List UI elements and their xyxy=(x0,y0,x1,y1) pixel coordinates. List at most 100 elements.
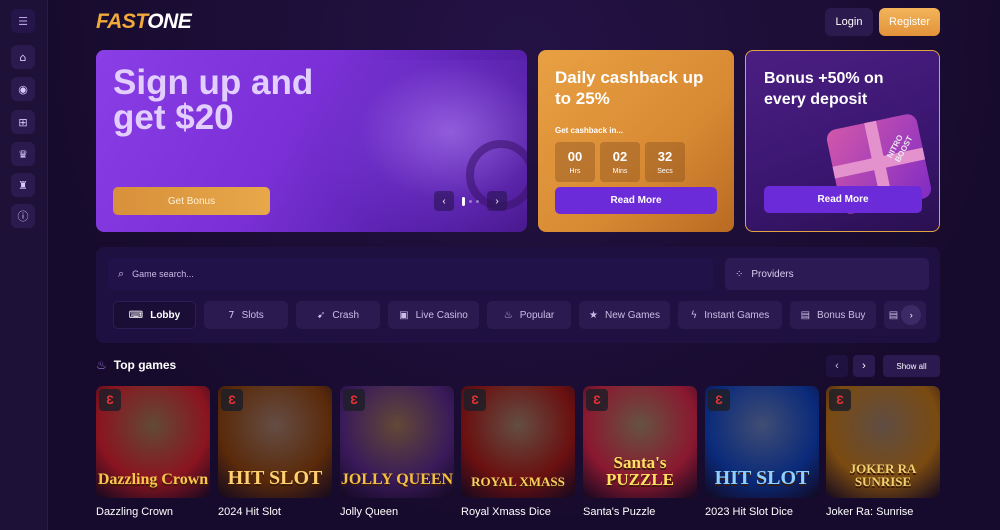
banner-prev-button[interactable]: ‹ xyxy=(434,191,454,211)
bonus-read-more-button[interactable]: Read More xyxy=(764,186,922,213)
game-art-title: HIT SLOT xyxy=(227,467,323,489)
game-art-title: Santa's PUZZLE xyxy=(605,453,675,489)
tab-lobby[interactable]: ⌨ Lobby xyxy=(113,301,196,329)
banner-dots xyxy=(462,196,479,206)
games-next-button[interactable]: › xyxy=(853,355,875,377)
rocket-icon: ➹ xyxy=(316,309,326,321)
tab-label: Slots xyxy=(241,309,264,321)
tab-slots[interactable]: 7 Slots xyxy=(204,301,288,329)
cashback-read-more-button[interactable]: Read More xyxy=(555,187,717,214)
game-thumbnail[interactable]: Ɛ JOLLY QUEEN xyxy=(340,386,454,498)
logo[interactable]: FASTONE xyxy=(96,10,192,34)
star-icon: ★ xyxy=(589,309,598,321)
game-name[interactable]: Royal Xmass Dice xyxy=(461,506,575,518)
providers-label: Providers xyxy=(751,268,794,280)
tab-label: Popular xyxy=(519,309,555,321)
tab-live-casino[interactable]: ▣ Live Casino xyxy=(388,301,479,329)
register-button[interactable]: Register xyxy=(879,8,940,36)
bolt-icon: ϟ xyxy=(690,309,698,321)
cashback-card: Daily cashback up to 25% Get cashback in… xyxy=(538,50,734,232)
game-art-title: Dazzling Crown xyxy=(97,471,209,488)
cashback-countdown-label: Get cashback in... xyxy=(555,126,624,135)
logo-fast: FAST xyxy=(96,10,148,33)
trophy-icon[interactable]: ♜ xyxy=(11,173,35,197)
provider-badge-icon: Ɛ xyxy=(829,389,851,411)
game-thumbnail[interactable]: Ɛ Santa's PUZZLE xyxy=(583,386,697,498)
game-art-title: JOLLY QUEEN xyxy=(340,471,454,488)
provider-badge-icon: Ɛ xyxy=(708,389,730,411)
deposit-bonus-title: Bonus +50% on every deposit xyxy=(764,70,884,108)
show-all-button[interactable]: Show all xyxy=(883,355,940,377)
provider-badge-icon: Ɛ xyxy=(464,389,486,411)
menu-icon[interactable]: ☰ xyxy=(11,9,35,33)
tab-popular[interactable]: ♨ Popular xyxy=(487,301,571,329)
game-name[interactable]: Jolly Queen xyxy=(340,506,454,518)
game-name[interactable]: Joker Ra: Sunrise xyxy=(826,506,940,518)
tab-more[interactable]: ▤ › xyxy=(884,301,926,329)
banner-next-button[interactable]: › xyxy=(487,191,507,211)
providers-button[interactable]: ⁘ Providers xyxy=(725,258,929,290)
tab-label: Instant Games xyxy=(704,309,770,321)
signup-banner[interactable]: Sign up and get $20 Get Bonus ‹ › xyxy=(96,50,527,232)
timer-seconds-value: 32 xyxy=(657,149,673,164)
game-name[interactable]: Santa's Puzzle xyxy=(583,506,697,518)
game-filter-panel: ⌕ Game search... ⁘ Providers ⌨ Lobby 7 S… xyxy=(96,247,940,343)
game-card[interactable]: Ɛ HIT SLOT 2024 Hit Slot xyxy=(218,386,332,518)
home-icon[interactable]: ⌂ xyxy=(11,45,35,69)
crown-icon[interactable]: ♛ xyxy=(11,142,35,166)
provider-badge-icon: Ɛ xyxy=(221,389,243,411)
tab-label: Lobby xyxy=(150,309,181,321)
game-card[interactable]: Ɛ JOLLY QUEEN Jolly Queen xyxy=(340,386,454,518)
category-tabs: ⌨ Lobby 7 Slots ➹ Crash ▣ Live Casino ♨ … xyxy=(113,301,926,329)
timer-hours: 00 Hrs xyxy=(555,142,595,182)
game-thumbnail[interactable]: Ɛ HIT SLOT xyxy=(218,386,332,498)
info-icon[interactable]: ⓘ xyxy=(11,204,35,228)
flame-icon: ♨ xyxy=(96,358,107,372)
timer-minutes: 02 Mins xyxy=(600,142,640,182)
game-name[interactable]: Dazzling Crown xyxy=(96,506,210,518)
search-icon: ⌕ xyxy=(118,267,125,280)
tab-new-games[interactable]: ★ New Games xyxy=(579,301,670,329)
game-thumbnail[interactable]: Ɛ JOKER RA SUNRISE xyxy=(826,386,940,498)
game-card[interactable]: Ɛ ROYAL XMASS Royal Xmass Dice xyxy=(461,386,575,518)
timer-hours-value: 00 xyxy=(567,149,583,164)
signup-title: Sign up and get $20 xyxy=(113,63,314,137)
chips-icon[interactable]: ◉ xyxy=(11,77,35,101)
gamepad-icon: ⌨ xyxy=(128,309,144,321)
tab-crash[interactable]: ➹ Crash xyxy=(296,301,380,329)
game-name[interactable]: 2024 Hit Slot xyxy=(218,506,332,518)
live-icon: ▣ xyxy=(399,309,409,321)
game-art-title: HIT SLOT xyxy=(714,467,810,489)
search-input[interactable]: ⌕ Game search... xyxy=(108,258,713,290)
grid-icon: ⁘ xyxy=(735,268,744,280)
provider-badge-icon: Ɛ xyxy=(99,389,121,411)
game-thumbnail[interactable]: Ɛ Dazzling Crown xyxy=(96,386,210,498)
timer-minutes-unit: Mins xyxy=(612,168,628,175)
banner-dot[interactable] xyxy=(469,199,472,203)
gift-icon[interactable]: ⊞ xyxy=(11,110,35,134)
games-prev-button[interactable]: ‹ xyxy=(826,355,848,377)
game-card[interactable]: Ɛ HIT SLOT 2023 Hit Slot Dice xyxy=(705,386,819,518)
timer-seconds-unit: Secs xyxy=(657,168,673,175)
game-card[interactable]: Ɛ JOKER RA SUNRISE Joker Ra: Sunrise xyxy=(826,386,940,518)
deposit-bonus-card: Bonus +50% on every deposit NITRO BOOST … xyxy=(745,50,940,232)
game-thumbnail[interactable]: Ɛ ROYAL XMASS xyxy=(461,386,575,498)
game-card[interactable]: Ɛ Santa's PUZZLE Santa's Puzzle xyxy=(583,386,697,518)
game-art-title: JOKER RA SUNRISE xyxy=(849,461,917,489)
tabs-scroll-right-button[interactable]: › xyxy=(901,305,922,325)
tab-bonus-buy[interactable]: ▤ Bonus Buy xyxy=(790,301,876,329)
game-art-title: ROYAL XMASS xyxy=(471,474,565,489)
banner-dot[interactable] xyxy=(476,199,479,203)
sidebar: ☰ ⌂ ◉ ⊞ ♛ ♜ ⓘ xyxy=(0,0,48,530)
provider-badge-icon: Ɛ xyxy=(586,389,608,411)
tab-label: Crash xyxy=(332,309,360,321)
tab-instant-games[interactable]: ϟ Instant Games xyxy=(678,301,782,329)
game-thumbnail[interactable]: Ɛ HIT SLOT xyxy=(705,386,819,498)
get-bonus-button[interactable]: Get Bonus xyxy=(113,187,270,215)
game-card[interactable]: Ɛ Dazzling Crown Dazzling Crown xyxy=(96,386,210,518)
search-placeholder: Game search... xyxy=(132,269,194,279)
banner-dot-active[interactable] xyxy=(462,196,465,206)
bonus-buy-icon: ▤ xyxy=(800,309,811,321)
game-name[interactable]: 2023 Hit Slot Dice xyxy=(705,506,819,518)
login-button[interactable]: Login xyxy=(825,8,873,36)
